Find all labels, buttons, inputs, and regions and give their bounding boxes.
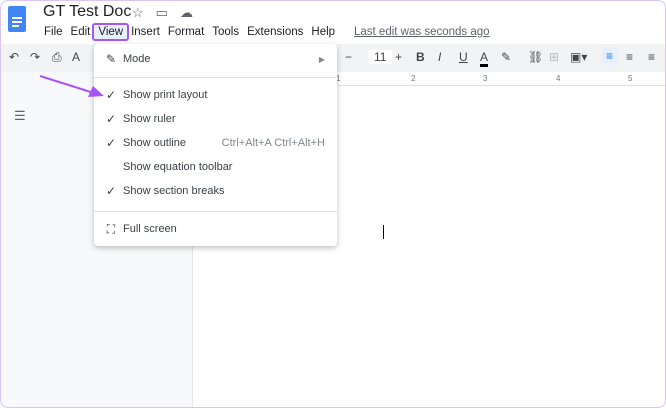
annotation-arrow (39, 75, 104, 97)
